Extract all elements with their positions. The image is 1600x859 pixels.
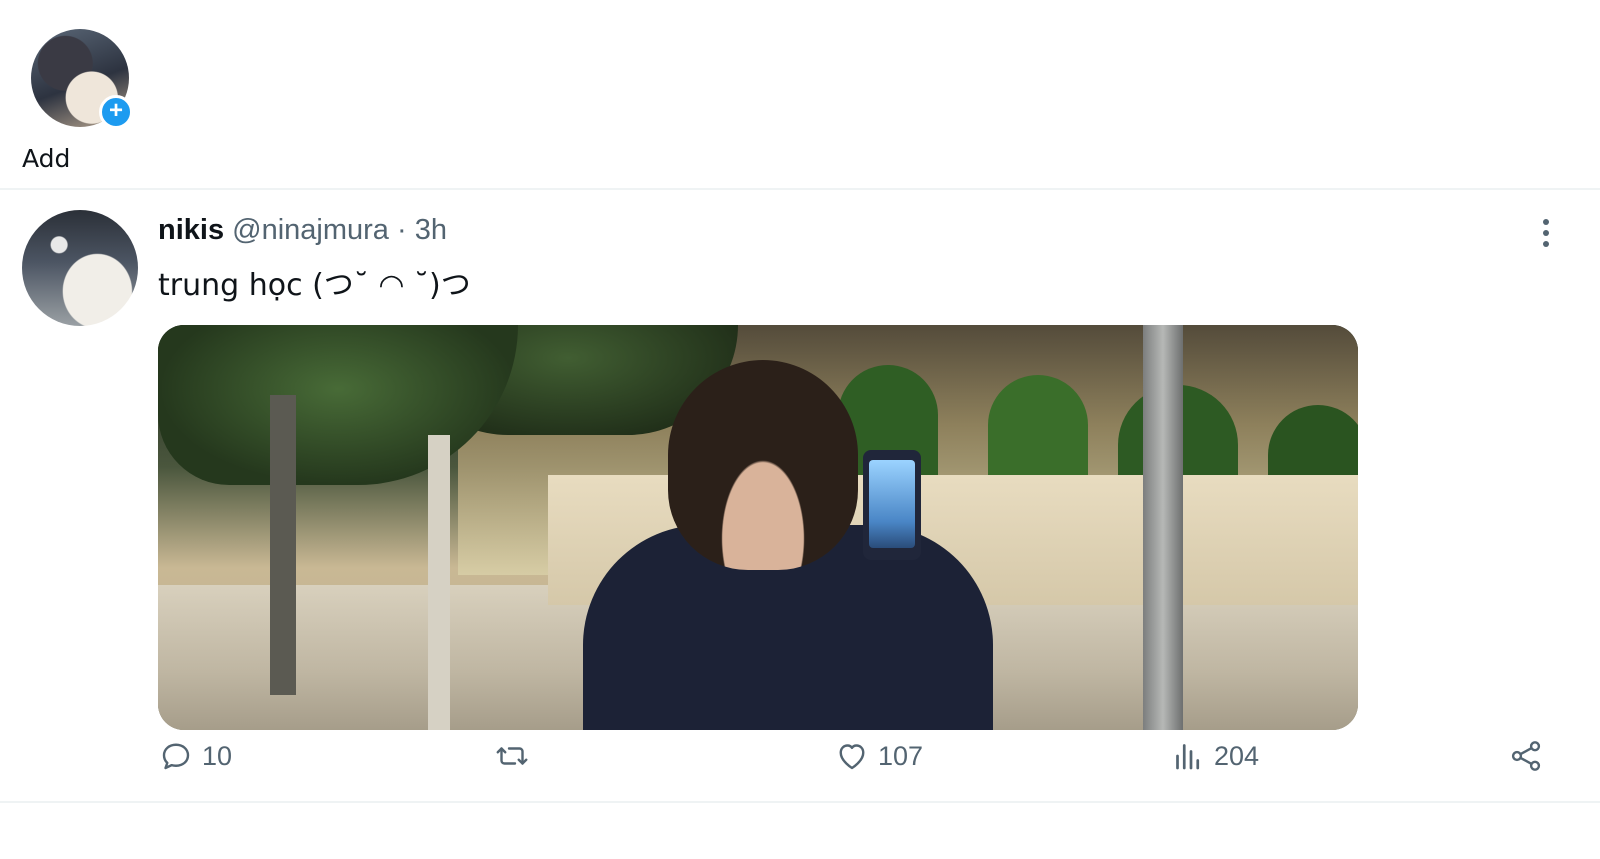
avatar[interactable] xyxy=(22,210,138,326)
retweet-icon xyxy=(496,747,528,765)
separator: · xyxy=(397,214,407,246)
tweet-text: trung học (つ˘ ◠ ˘)つ xyxy=(158,268,471,303)
divider xyxy=(0,801,1600,803)
like-count: 107 xyxy=(878,740,924,771)
views-count: 204 xyxy=(1214,740,1260,771)
timestamp[interactable]: 3h xyxy=(415,214,447,246)
display-name[interactable]: nikis xyxy=(158,214,224,246)
views-button[interactable]: 204 xyxy=(1170,738,1259,774)
tweet-header: nikis @ninajmura · 3h xyxy=(158,214,447,247)
divider xyxy=(0,188,1600,190)
like-button[interactable]: 107 xyxy=(834,738,923,774)
more-vertical-icon[interactable] xyxy=(1536,216,1556,250)
reply-button[interactable]: 10 xyxy=(158,738,232,774)
fleet-add-label: Add xyxy=(22,144,71,173)
fleets-row: + Add xyxy=(0,0,1600,190)
reply-count: 10 xyxy=(202,740,233,771)
views-icon xyxy=(1176,744,1200,770)
handle[interactable]: @ninajmura xyxy=(232,214,389,246)
tweet-media[interactable] xyxy=(158,325,1358,730)
share-button[interactable] xyxy=(1508,738,1544,774)
reply-icon xyxy=(162,743,190,770)
share-icon xyxy=(1511,741,1541,771)
fleet-avatar[interactable]: + xyxy=(31,29,133,129)
heart-icon xyxy=(839,744,865,770)
fleet-add[interactable]: + xyxy=(28,26,133,129)
plus-icon[interactable]: + xyxy=(99,95,133,129)
retweet-button[interactable] xyxy=(494,738,538,774)
